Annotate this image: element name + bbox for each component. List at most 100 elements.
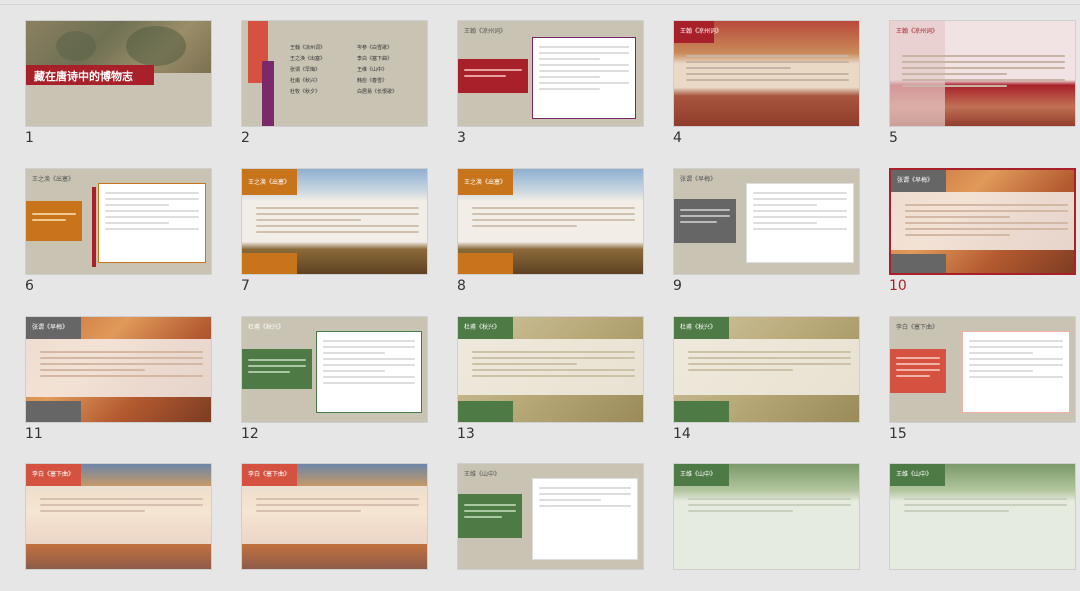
slide-preview: 张谓《早梅》 — [673, 168, 860, 275]
slide-number: 6 — [25, 278, 34, 294]
text-card — [746, 183, 854, 263]
slide-header-tag: 王维《山中》 — [464, 471, 501, 478]
slide-number: 14 — [673, 426, 691, 442]
quote-box — [890, 349, 946, 393]
slide-number: 9 — [673, 278, 682, 294]
footer-tab — [891, 254, 946, 273]
text-block — [466, 347, 641, 377]
slide-preview-selected: 张谓《早梅》 — [889, 168, 1076, 275]
slide-header-tag: 王之涣《出塞》 — [248, 179, 291, 186]
text-block — [250, 203, 425, 233]
slide-number: 13 — [457, 426, 475, 442]
slide-number: 4 — [673, 130, 682, 146]
slide-header-tag: 王之涣《出塞》 — [32, 176, 75, 183]
text-card — [962, 331, 1070, 413]
footer-tab — [458, 253, 513, 274]
slide-header-tag: 李白《塞下曲》 — [248, 471, 291, 478]
slide-preview: 王之涣《出塞》 — [241, 168, 428, 275]
slide-header-tag: 李白《塞下曲》 — [32, 471, 75, 478]
text-card — [532, 37, 636, 119]
toc-item: 王翰《凉州词》 — [290, 45, 326, 51]
slide-number: 12 — [241, 426, 259, 442]
text-block — [34, 494, 209, 512]
slide-header-tag: 王维《山中》 — [896, 471, 933, 478]
text-block — [682, 494, 857, 512]
slide-thumbnail-2[interactable]: 王翰《凉州词》 王之涣《出塞》 张谓《早梅》 杜甫《秋兴》 杜牧《秋夕》 岑参《… — [241, 20, 431, 148]
footer-tab — [242, 253, 297, 274]
text-block — [466, 203, 641, 227]
quote-box — [458, 494, 522, 538]
text-block — [680, 51, 855, 81]
slide-thumbnail-9[interactable]: 张谓《早梅》 9 — [673, 168, 863, 296]
slide-preview: 王之涣《出塞》 — [457, 168, 644, 275]
slide-thumbnail-11[interactable]: 张谓《早梅》 11 — [25, 316, 215, 444]
slide-number: 1 — [25, 130, 34, 146]
slide-preview: 王翰《凉州词》 — [457, 20, 644, 127]
slide-header-tag: 张谓《早梅》 — [680, 176, 717, 183]
text-block — [682, 347, 857, 371]
slide-number: 5 — [889, 130, 898, 146]
slide-thumbnail-10[interactable]: 张谓《早梅》 10 — [889, 168, 1079, 296]
slide-thumbnail-15[interactable]: 李白《塞下曲》 15 — [889, 316, 1079, 444]
slide-preview: 王之涣《出塞》 — [25, 168, 212, 275]
text-block — [899, 200, 1074, 236]
slide-thumbnail-3[interactable]: 王翰《凉州词》 3 — [457, 20, 647, 148]
slide-preview: 李白《塞下曲》 — [25, 463, 212, 570]
slide-header-tag: 杜甫《秋兴》 — [248, 324, 285, 331]
quote-box — [458, 59, 528, 93]
toc-item: 李白《塞下曲》 — [357, 56, 393, 62]
title-banner: 藏在唐诗中的博物志 — [26, 65, 154, 85]
slide-preview: 张谓《早梅》 — [25, 316, 212, 423]
slide-header-tag: 张谓《早梅》 — [32, 324, 69, 331]
slide-header-tag: 王维《山中》 — [680, 471, 717, 478]
slide-preview: 李白《塞下曲》 — [889, 316, 1076, 423]
quote-box — [26, 201, 82, 241]
accent-bar — [92, 187, 96, 267]
toc-item: 杜甫《秋兴》 — [290, 78, 321, 84]
toc-item: 王维《山中》 — [357, 67, 388, 73]
slide-number: 15 — [889, 426, 907, 442]
slide-thumbnail-5[interactable]: 王翰《凉州词》 5 — [889, 20, 1079, 148]
slide-thumbnail-14[interactable]: 杜甫《秋兴》 14 — [673, 316, 863, 444]
slide-thumbnail-12[interactable]: 杜甫《秋兴》 12 — [241, 316, 431, 444]
slide-header-tag: 王翰《凉州词》 — [464, 28, 507, 35]
slide-title: 藏在唐诗中的博物志 — [34, 70, 133, 83]
text-block — [898, 494, 1073, 512]
slide-thumbnail-19[interactable]: 王维《山中》 — [673, 463, 863, 591]
slide-preview: 李白《塞下曲》 — [241, 463, 428, 570]
slide-thumbnail-20[interactable]: 王维《山中》 — [889, 463, 1079, 591]
slide-thumbnail-13[interactable]: 杜甫《秋兴》 13 — [457, 316, 647, 444]
toc-item: 白居易《长恨歌》 — [357, 89, 398, 95]
slide-thumbnail-16[interactable]: 李白《塞下曲》 — [25, 463, 215, 591]
slide-thumbnail-8[interactable]: 王之涣《出塞》 8 — [457, 168, 647, 296]
slide-thumbnail-7[interactable]: 王之涣《出塞》 7 — [241, 168, 431, 296]
footer-tab — [458, 401, 513, 422]
slide-thumbnail-6[interactable]: 王之涣《出塞》 6 — [25, 168, 215, 296]
slide-preview: 王维《山中》 — [889, 463, 1076, 570]
slide-header-tag: 王之涣《出塞》 — [464, 179, 507, 186]
toc-item: 岑参《白雪歌》 — [357, 45, 393, 51]
footer-tab — [674, 401, 729, 422]
slide-thumbnail-1[interactable]: 藏在唐诗中的博物志 1 — [25, 20, 215, 148]
toc-item: 韩愈《春雪》 — [357, 78, 388, 84]
toc-item: 张谓《早梅》 — [290, 67, 321, 73]
slide-preview: 杜甫《秋兴》 — [673, 316, 860, 423]
slide-number: 7 — [241, 278, 250, 294]
slide-header-tag: 李白《塞下曲》 — [896, 324, 939, 331]
footer-tab — [26, 401, 81, 422]
slide-preview: 王翰《凉州词》 — [889, 20, 1076, 127]
slide-number: 8 — [457, 278, 466, 294]
table-of-contents: 王翰《凉州词》 王之涣《出塞》 张谓《早梅》 杜甫《秋兴》 杜牧《秋夕》 岑参《… — [290, 43, 420, 98]
slide-header-tag: 杜甫《秋兴》 — [464, 324, 501, 331]
slide-thumbnail-4[interactable]: 王翰《凉州词》 4 — [673, 20, 863, 148]
slide-preview: 杜甫《秋兴》 — [457, 316, 644, 423]
slide-thumbnail-17[interactable]: 李白《塞下曲》 — [241, 463, 431, 591]
quote-box — [674, 199, 736, 243]
slide-preview: 王翰《凉州词》 — [673, 20, 860, 127]
slide-number: 3 — [457, 130, 466, 146]
slide-number: 11 — [25, 426, 43, 442]
slide-preview: 王维《山中》 — [457, 463, 644, 570]
slide-preview: 王维《山中》 — [673, 463, 860, 570]
text-card — [532, 478, 638, 560]
slide-thumbnail-18[interactable]: 王维《山中》 — [457, 463, 647, 591]
